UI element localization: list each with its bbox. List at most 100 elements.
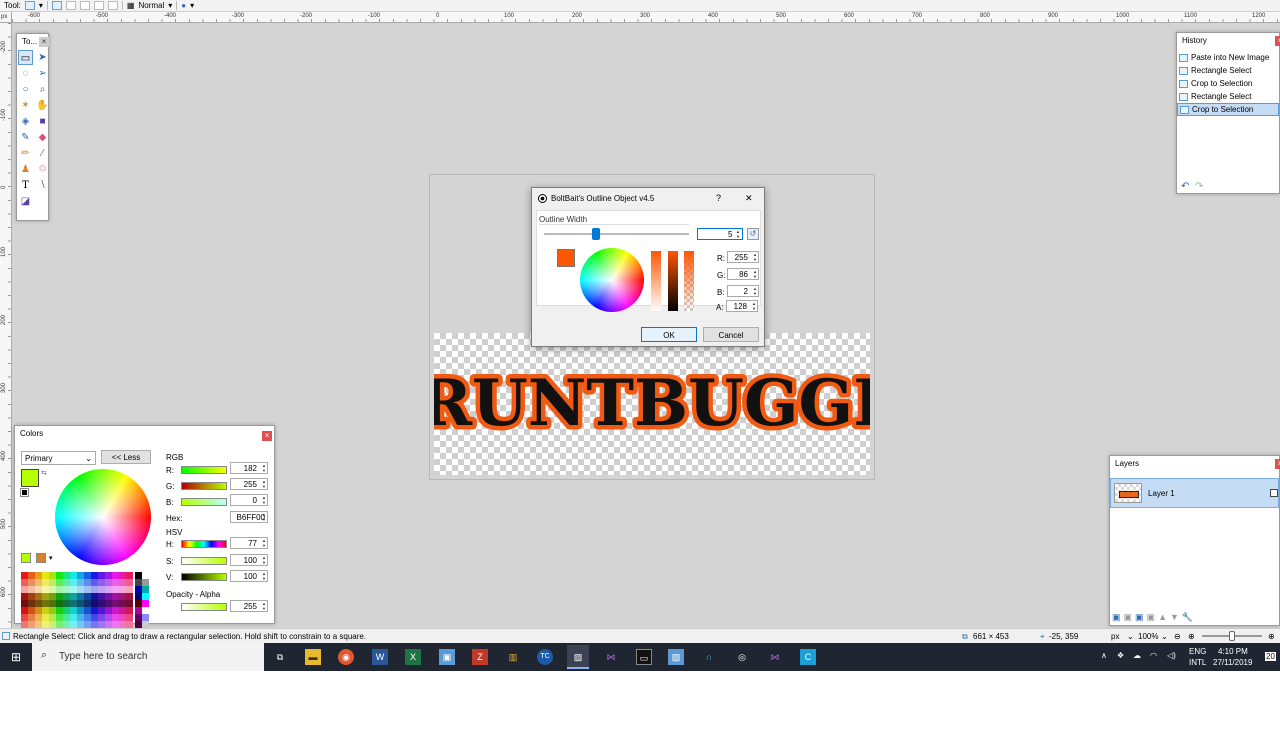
shapes-tool[interactable]: ◪	[18, 194, 33, 209]
wifi-icon[interactable]: ◠	[1150, 651, 1157, 660]
palette-swatch[interactable]	[105, 614, 112, 621]
palette-swatch[interactable]	[119, 586, 126, 593]
palette-swatch[interactable]	[21, 600, 28, 607]
palette-swatch[interactable]	[105, 572, 112, 579]
palette-swatch[interactable]	[28, 621, 35, 628]
palette-swatch[interactable]	[77, 607, 84, 614]
paint-net-icon[interactable]: ▨	[567, 645, 589, 669]
value-bar[interactable]	[668, 251, 678, 311]
palette-swatch[interactable]	[63, 607, 70, 614]
task-view-icon[interactable]: ⧉	[272, 649, 288, 665]
hue-input[interactable]: 77	[230, 537, 268, 549]
palette-swatch[interactable]	[56, 600, 63, 607]
palette-swatch[interactable]	[63, 621, 70, 628]
palette-swatch[interactable]	[112, 579, 119, 586]
close-button[interactable]: ✕	[745, 193, 753, 204]
palette-swatch[interactable]	[56, 621, 63, 628]
history-item-selected[interactable]: Crop to Selection	[1177, 103, 1279, 116]
palette-swatch[interactable]	[42, 593, 49, 600]
hex-input[interactable]: B6FF00	[230, 511, 268, 523]
palette-swatch[interactable]	[35, 586, 42, 593]
palette-swatch[interactable]	[63, 586, 70, 593]
palette-swatch[interactable]	[98, 621, 105, 628]
clone-stamp-tool[interactable]: ♟	[18, 162, 33, 177]
palette-swatch[interactable]	[119, 600, 126, 607]
zoom-out-icon[interactable]: ⊖	[1174, 632, 1181, 641]
palette-swatch[interactable]	[77, 579, 84, 586]
history-item[interactable]: Rectangle Select	[1177, 64, 1279, 77]
palette-swatch[interactable]	[28, 614, 35, 621]
library-icon[interactable]: ▥	[505, 649, 521, 665]
green-input[interactable]: 255	[230, 478, 268, 490]
palette-swatch[interactable]	[112, 572, 119, 579]
palette-swatch[interactable]	[49, 572, 56, 579]
palette-swatch[interactable]	[42, 586, 49, 593]
history-item[interactable]: Paste into New Image	[1177, 51, 1279, 64]
pan-tool[interactable]: ✋	[35, 98, 50, 113]
lasso-select-tool[interactable]: ◌	[18, 66, 33, 81]
line-curve-tool[interactable]: ∖	[35, 178, 50, 193]
image-canvas[interactable]: GRUNTBUGGLY GRUNTBUGGLY	[434, 333, 870, 475]
red-input[interactable]: 255	[727, 251, 759, 263]
palette-swatch[interactable]	[135, 607, 142, 614]
palette-swatch[interactable]	[70, 614, 77, 621]
palette-swatch[interactable]	[98, 579, 105, 586]
palette-swatch[interactable]	[49, 593, 56, 600]
paint-bucket-tool[interactable]: ◈	[18, 114, 33, 129]
palette-swatch[interactable]	[98, 593, 105, 600]
value-slider[interactable]	[181, 573, 227, 581]
palette-swatch[interactable]	[56, 607, 63, 614]
palette-swatch[interactable]	[91, 600, 98, 607]
dropbox-icon[interactable]: ❖	[1117, 651, 1124, 660]
palette-swatch[interactable]	[70, 621, 77, 628]
dropdown-arrow-icon[interactable]: ▾	[190, 1, 194, 10]
terminal-icon[interactable]: ▭	[636, 649, 652, 665]
palette-swatch[interactable]	[56, 614, 63, 621]
blue-input[interactable]: 0	[230, 494, 268, 506]
palette-swatch[interactable]	[119, 593, 126, 600]
close-icon[interactable]: ×	[1275, 36, 1280, 46]
palette-swatch[interactable]	[63, 600, 70, 607]
selection-mode-xor-button[interactable]	[107, 1, 118, 10]
palette-swatch[interactable]	[105, 593, 112, 600]
red-input[interactable]: 182	[230, 462, 268, 474]
palette-swatch[interactable]	[135, 579, 142, 586]
color-picker-tool[interactable]: ⁄	[35, 146, 50, 161]
palette-swatch[interactable]	[84, 572, 91, 579]
firefox-icon[interactable]: ◉	[338, 649, 354, 665]
palette-swatch[interactable]	[142, 614, 149, 621]
reset-colors-icon[interactable]	[20, 488, 29, 497]
palette-swatch[interactable]	[135, 621, 142, 628]
tool-selector-button[interactable]	[24, 1, 35, 10]
rectangle-select-tool[interactable]: ▭	[18, 50, 33, 65]
settings-ring-icon[interactable]: ◎	[734, 649, 750, 665]
value-input[interactable]: 100	[230, 570, 268, 582]
palette-swatch[interactable]	[35, 593, 42, 600]
palette-swatch[interactable]	[21, 607, 28, 614]
palette-swatch[interactable]	[70, 600, 77, 607]
palette-swatch[interactable]	[63, 593, 70, 600]
palette-swatch[interactable]	[91, 586, 98, 593]
blend-mode-select[interactable]: Normal	[138, 1, 164, 10]
outline-color-swatch[interactable]	[557, 249, 575, 267]
palette-swatch[interactable]	[70, 593, 77, 600]
swap-colors-icon[interactable]: ⇆	[41, 469, 47, 477]
palette-swatch[interactable]	[91, 579, 98, 586]
palette-swatch[interactable]	[84, 614, 91, 621]
clock-time[interactable]: 4:10 PM	[1218, 647, 1248, 656]
palette-swatch[interactable]	[28, 600, 35, 607]
outline-width-slider-thumb[interactable]	[592, 228, 600, 240]
ok-button[interactable]: OK	[641, 327, 697, 342]
paint-net-alt-icon[interactable]: ▨	[668, 649, 684, 665]
palette-swatch[interactable]	[77, 621, 84, 628]
redo-icon[interactable]: ↷	[1195, 181, 1203, 192]
palette-swatch[interactable]	[105, 621, 112, 628]
palette-swatch[interactable]	[112, 614, 119, 621]
palette-menu-icon[interactable]	[36, 553, 46, 563]
palette-swatch[interactable]	[21, 579, 28, 586]
palette-swatch[interactable]	[112, 607, 119, 614]
color-mode-select[interactable]: Primary ⌄	[21, 451, 96, 465]
less-button[interactable]: << Less	[101, 450, 151, 464]
palette-swatch[interactable]	[63, 579, 70, 586]
chevron-down-icon[interactable]: ⌄	[1127, 632, 1134, 641]
